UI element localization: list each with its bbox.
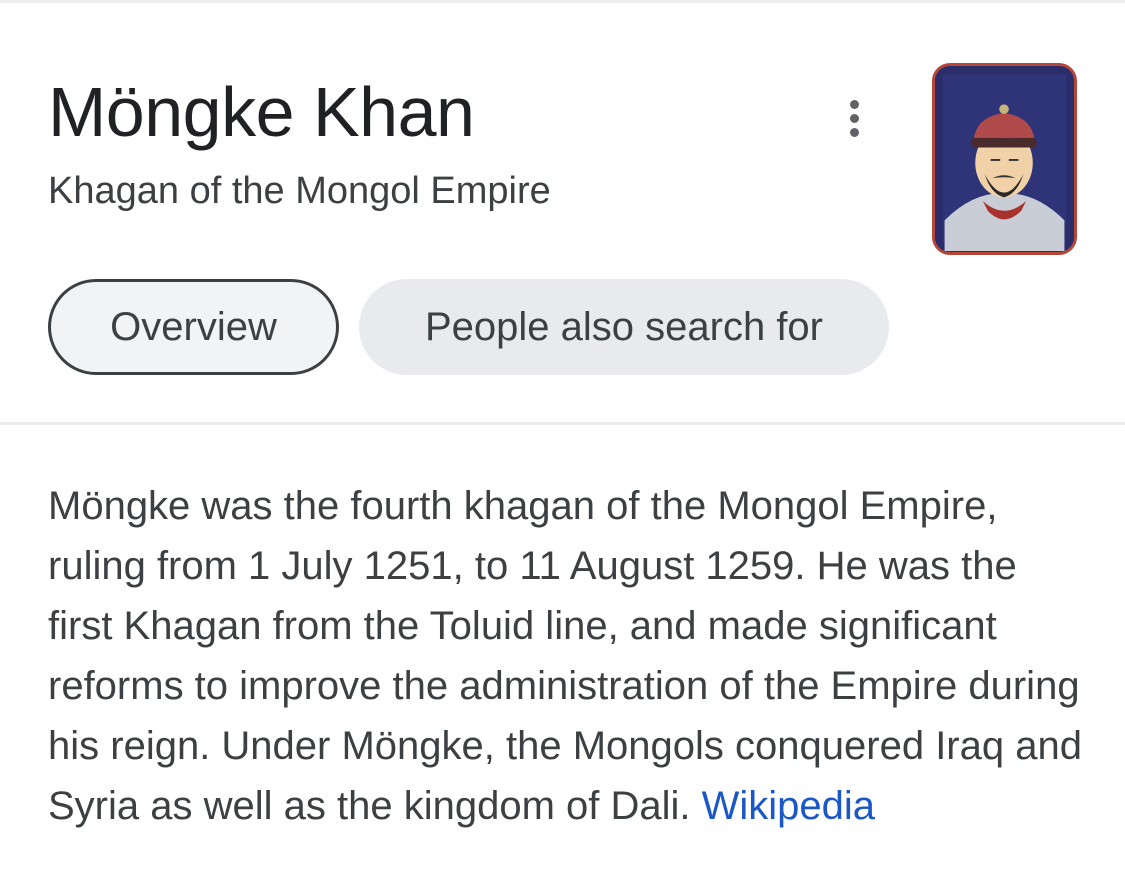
more-vert-icon — [849, 99, 859, 109]
wikipedia-link[interactable]: Wikipedia — [702, 784, 875, 828]
tab-overview[interactable]: Overview — [48, 279, 339, 375]
tab-bar: Overview People also search for — [48, 279, 889, 375]
section-divider — [0, 422, 1125, 425]
tab-people-also-search-for[interactable]: People also search for — [359, 279, 889, 375]
entity-description: Möngke was the fourth khagan of the Mong… — [48, 476, 1088, 836]
description-text: Möngke was the fourth khagan of the Mong… — [48, 484, 1082, 828]
more-vert-icon-dot — [849, 113, 859, 123]
top-divider — [0, 0, 1125, 3]
more-vert-icon-dot — [849, 127, 859, 137]
portrait-image — [935, 66, 1074, 252]
entity-subtitle: Khagan of the Mongol Empire — [48, 170, 551, 212]
entity-image[interactable] — [932, 63, 1077, 255]
more-options-button[interactable] — [834, 92, 874, 144]
entity-title: Möngke Khan — [48, 73, 475, 151]
entity-header: Möngke Khan Khagan of the Mongol Empire — [48, 70, 848, 214]
